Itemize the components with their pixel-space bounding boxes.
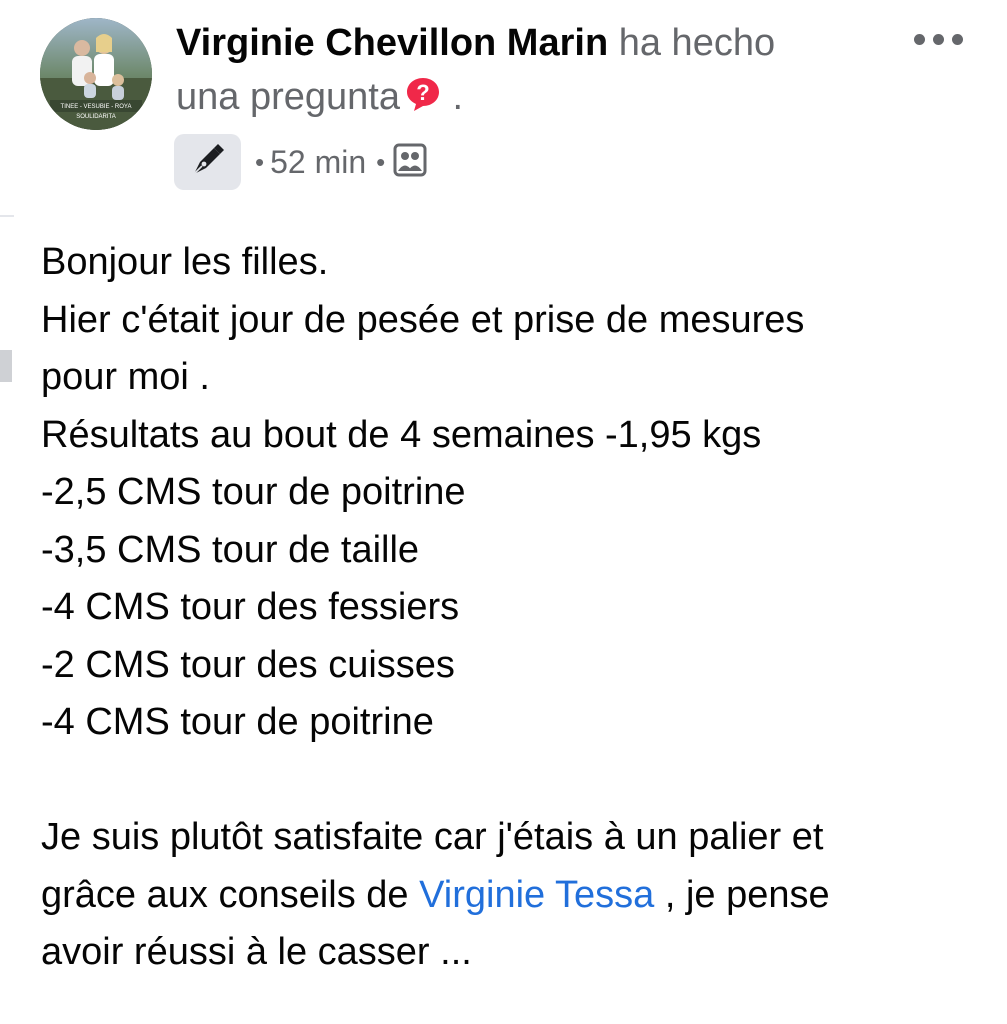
post-line: -4 CMS tour des fessiers xyxy=(41,586,460,628)
post-line: Bonjour les filles. xyxy=(41,241,329,283)
post-header: Virginie Chevillon Marin ha hecho xyxy=(176,20,775,66)
post-line: avoir réussi à le casser ... xyxy=(41,931,472,973)
thread-mark xyxy=(0,350,12,382)
post-line-with-mention: grâce aux conseils de Virginie Tessa , j… xyxy=(41,867,991,925)
avatar-photo: TINEE - VESUBIE - ROYA SOULIDARITA xyxy=(40,18,152,130)
post-meta: • 52 min • xyxy=(174,134,427,190)
post-line: -2 CMS tour des cuisses xyxy=(41,643,455,686)
more-dot xyxy=(933,34,944,45)
action-text-1: ha hecho xyxy=(618,22,776,64)
more-dot xyxy=(914,34,925,45)
separator: • xyxy=(255,146,265,177)
post-line: -4 CMS tour de poitrine xyxy=(41,701,434,743)
more-options-icon[interactable] xyxy=(914,28,964,52)
more-dot xyxy=(952,34,963,45)
svg-text:?: ? xyxy=(416,80,429,105)
author-name[interactable]: Virginie Chevillon Marin xyxy=(176,22,608,64)
post-line: Je suis plutôt satisfaite car j'étais à … xyxy=(41,816,824,858)
mention-link[interactable]: Virginie Tessa xyxy=(419,874,654,916)
post-line: Résultats au bout de 4 semaines -1,95 kg… xyxy=(41,413,762,456)
separator: • xyxy=(376,146,386,177)
post-body: Bonjour les filles. Hier c'était jour de… xyxy=(41,234,991,982)
post-line: Hier c'était jour de pesée et prise de m… xyxy=(41,298,805,341)
action-text-2: una pregunta xyxy=(176,76,400,118)
pen-nib-icon xyxy=(188,140,228,185)
post-line: pour moi . xyxy=(41,356,210,398)
badge-button[interactable] xyxy=(174,134,241,190)
post-line: -3,5 CMS tour de taille xyxy=(41,528,420,571)
group-icon xyxy=(393,143,427,182)
action-end: . xyxy=(452,76,464,118)
avatar[interactable]: TINEE - VESUBIE - ROYA SOULIDARITA xyxy=(40,18,152,130)
svg-text:TINEE - VESUBIE - ROYA: TINEE - VESUBIE - ROYA xyxy=(61,104,132,110)
question-badge-icon: ? xyxy=(404,75,442,124)
thread-line xyxy=(0,215,14,217)
post-text: grâce aux conseils de xyxy=(41,873,420,916)
post-text: , je pense xyxy=(654,873,830,916)
svg-text:SOULIDARITA: SOULIDARITA xyxy=(76,114,116,120)
post-time[interactable]: 52 min xyxy=(270,144,366,181)
post-header-line2: una pregunta? . xyxy=(176,74,463,124)
post-line: -2,5 CMS tour de poitrine xyxy=(41,471,466,513)
